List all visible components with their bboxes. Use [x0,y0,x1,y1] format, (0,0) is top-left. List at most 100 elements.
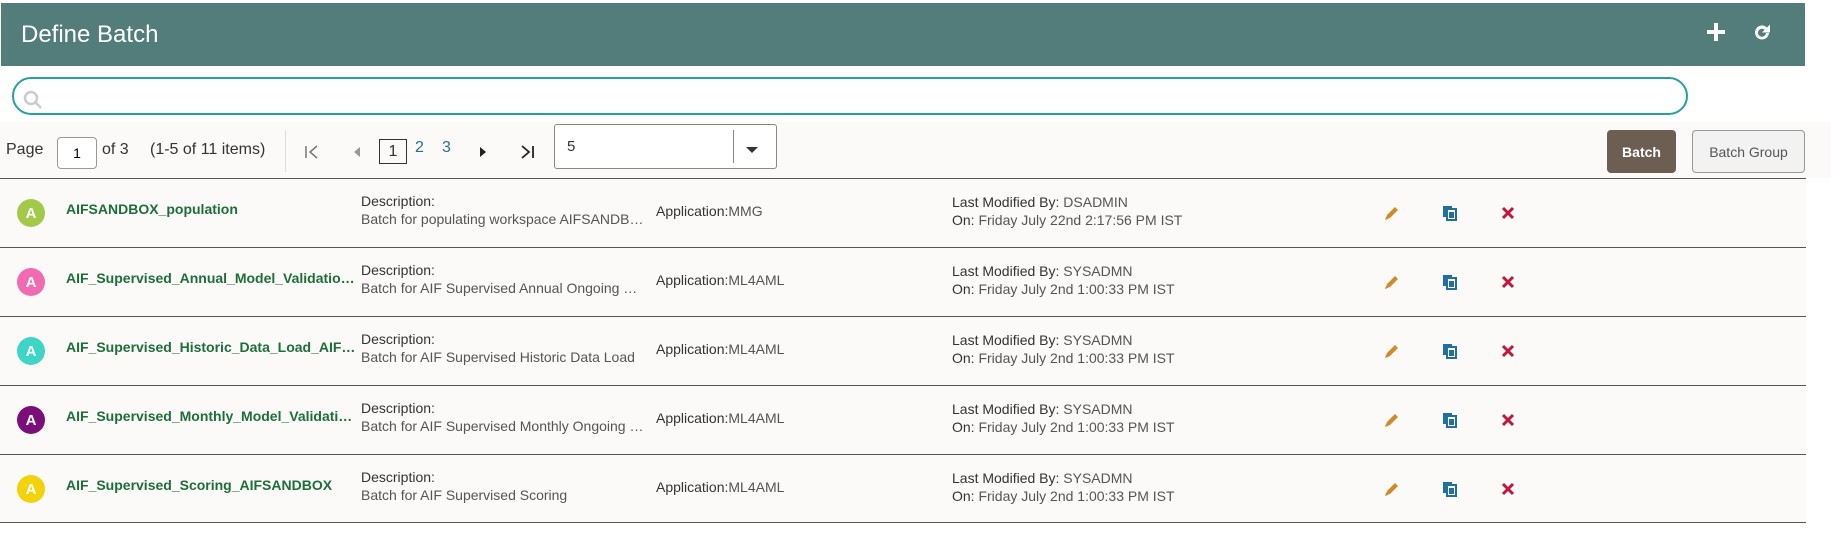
modified-by-label: Last Modified By: [952,194,1064,210]
last-page-icon[interactable] [517,141,537,163]
page-label: Page [6,141,44,158]
delete-x-icon[interactable] [1497,409,1519,431]
items-range-label: (1-5 of 11 items) [150,141,266,158]
avatar: A [17,406,45,434]
modified-on-value: Friday July 22nd 2:17:56 PM IST [978,212,1183,228]
copy-icon[interactable] [1439,340,1461,362]
delete-x-icon[interactable] [1497,340,1519,362]
delete-x-icon[interactable] [1497,202,1519,224]
application-value: ML4AML [728,410,785,426]
description-value: Batch for AIF Supervised Scoring [361,487,568,503]
modified-on-value: Friday July 2nd 1:00:33 PM IST [978,488,1175,504]
modified-by-value: SYSADMN [1063,470,1133,486]
batch-name-link[interactable]: AIF_Supervised_Annual_Model_Validation_A… [66,270,356,286]
search-bar[interactable] [12,77,1688,115]
page-size-value: 5 [567,138,576,155]
application-field: Application:ML4AML [656,341,784,357]
edit-pencil-icon[interactable] [1381,202,1403,224]
modified-on-field: On: Friday July 2nd 1:00:33 PM IST [952,281,1175,297]
edit-pencil-icon[interactable] [1381,409,1403,431]
page-title: Define Batch [21,20,159,48]
edit-pencil-icon[interactable] [1381,271,1403,293]
page-number-input[interactable] [57,137,97,169]
edit-pencil-icon[interactable] [1381,478,1403,500]
list-item: A AIF_Supervised_Scoring_AIFSANDBOX Desc… [0,454,1806,523]
description-label: Description: [361,193,435,209]
batch-toggle-button[interactable]: Batch [1607,130,1676,173]
page-link-2[interactable]: 2 [415,139,424,157]
next-page-icon[interactable] [473,141,493,163]
modified-on-label: On: [952,488,979,504]
modified-by-field: Last Modified By: DSADMIN [952,194,1128,210]
modified-by-label: Last Modified By: [952,470,1064,486]
avatar: A [17,199,45,227]
application-value: MMG [728,203,763,219]
modified-by-label: Last Modified By: [952,263,1064,279]
copy-icon[interactable] [1439,202,1461,224]
description-label: Description: [361,400,435,416]
batch-name-link[interactable]: AIF_Supervised_Monthly_Model_Validation_… [66,408,356,424]
plus-icon[interactable] [1703,19,1729,45]
batch-list: A AIFSANDBOX_population Description: Bat… [0,178,1806,523]
modified-by-field: Last Modified By: SYSADMN [952,332,1133,348]
description-label: Description: [361,469,435,485]
copy-icon[interactable] [1439,478,1461,500]
modified-by-label: Last Modified By: [952,401,1064,417]
batch-group-toggle-button[interactable]: Batch Group [1692,130,1805,173]
modified-on-field: On: Friday July 22nd 2:17:56 PM IST [952,212,1182,228]
application-label: Application: [656,341,729,357]
application-value: ML4AML [728,341,785,357]
delete-x-icon[interactable] [1497,271,1519,293]
application-label: Application: [656,479,729,495]
modified-by-field: Last Modified By: SYSADMN [952,263,1133,279]
delete-x-icon[interactable] [1497,478,1519,500]
batch-name-link[interactable]: AIF_Supervised_Historic_Data_Load_AIFSAN… [66,339,356,355]
search-input[interactable] [54,85,1654,107]
first-page-icon[interactable] [302,141,322,163]
refresh-icon[interactable] [1749,19,1775,45]
batch-name-link[interactable]: AIF_Supervised_Scoring_AIFSANDBOX [66,477,356,493]
modified-on-label: On: [952,419,979,435]
search-icon [23,90,43,110]
prev-page-icon[interactable] [347,141,367,163]
page-size-select[interactable]: 5 [554,124,777,169]
list-item: A AIF_Supervised_Annual_Model_Validation… [0,247,1806,316]
modified-on-value: Friday July 2nd 1:00:33 PM IST [978,419,1175,435]
edit-pencil-icon[interactable] [1381,340,1403,362]
page-count-label: of 3 [102,141,129,158]
modified-by-field: Last Modified By: SYSADMN [952,470,1133,486]
application-field: Application:MMG [656,203,763,219]
description-value: Batch for AIF Supervised Annual Ongoing … [361,280,646,296]
page-header: Define Batch [1,3,1805,66]
list-item: A AIF_Supervised_Historic_Data_Load_AIFS… [0,316,1806,385]
pagination-bar [0,122,1831,178]
description-label: Description: [361,331,435,347]
copy-icon[interactable] [1439,409,1461,431]
application-value: ML4AML [728,479,785,495]
application-value: ML4AML [728,272,785,288]
avatar: A [17,268,45,296]
list-item: A AIFSANDBOX_population Description: Bat… [0,178,1806,247]
page-link-3[interactable]: 3 [442,139,451,157]
description-value: Batch for AIF Supervised Historic Data L… [361,349,635,365]
application-label: Application: [656,272,729,288]
pager-divider [285,130,286,172]
chevron-down-icon[interactable] [745,142,759,160]
modified-by-value: SYSADMN [1063,401,1133,417]
copy-icon[interactable] [1439,271,1461,293]
page-link-1[interactable]: 1 [379,139,407,164]
modified-on-field: On: Friday July 2nd 1:00:33 PM IST [952,419,1175,435]
modified-by-field: Last Modified By: SYSADMN [952,401,1133,417]
application-label: Application: [656,410,729,426]
application-field: Application:ML4AML [656,272,784,288]
avatar: A [17,475,45,503]
application-field: Application:ML4AML [656,410,784,426]
application-label: Application: [656,203,729,219]
list-item: A AIF_Supervised_Monthly_Model_Validatio… [0,385,1806,454]
description-label: Description: [361,262,435,278]
modified-on-label: On: [952,212,979,228]
modified-on-field: On: Friday July 2nd 1:00:33 PM IST [952,488,1175,504]
batch-name-link[interactable]: AIFSANDBOX_population [66,201,356,217]
modified-on-value: Friday July 2nd 1:00:33 PM IST [978,350,1175,366]
header-actions [1703,19,1775,45]
